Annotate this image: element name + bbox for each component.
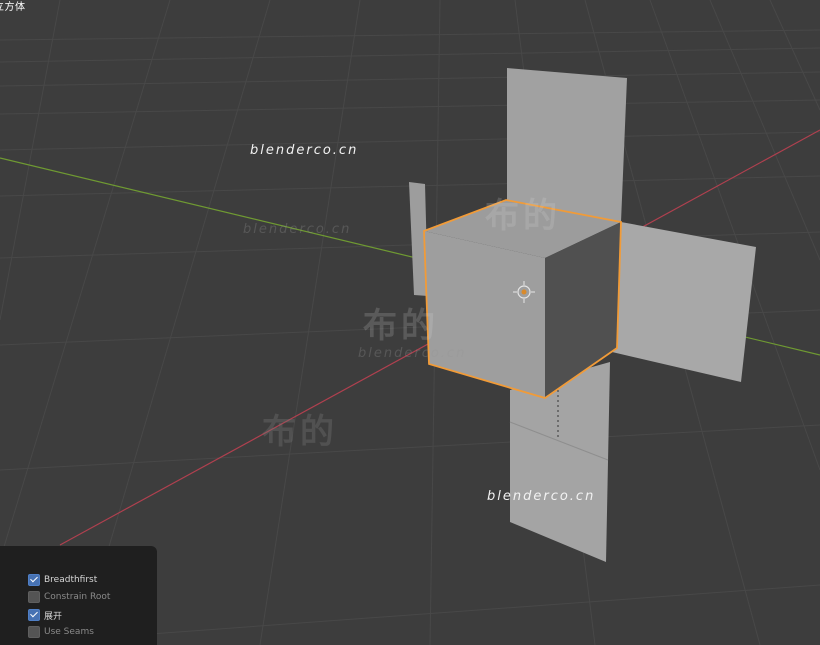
option-unfold[interactable]: 展开 — [28, 607, 62, 623]
watermark-site-bottom: blenderco.cn — [487, 489, 596, 504]
operator-panel: Breadthfirst Constrain Root 展开 Use Seams — [0, 546, 157, 645]
option-label: 展开 — [44, 611, 63, 622]
object-name-label: 立方体 — [0, 2, 26, 13]
plane-right — [612, 222, 756, 382]
checkbox-use-seams[interactable] — [28, 626, 40, 638]
checkbox-breadthfirst[interactable] — [28, 574, 40, 586]
option-constrain-root[interactable]: Constrain Root — [28, 589, 110, 605]
watermark-site-faint-1: blenderco.cn — [243, 222, 352, 237]
option-label: Breadthfirst — [44, 575, 98, 585]
option-label: Use Seams — [44, 627, 94, 637]
option-use-seams[interactable]: Use Seams — [28, 624, 94, 640]
checkbox-constrain-root[interactable] — [28, 591, 40, 603]
option-label: Constrain Root — [44, 592, 111, 602]
checkbox-unfold[interactable] — [28, 609, 40, 621]
watermark-cn-2: 布的 — [363, 306, 439, 346]
watermark-cn-3: 布的 — [262, 412, 338, 452]
cube-front-face — [424, 231, 545, 398]
option-breadthfirst[interactable]: Breadthfirst — [28, 572, 97, 588]
watermark-site-faint-2: blenderco.cn — [358, 346, 467, 361]
watermark-cn-1: 布的 — [485, 196, 561, 236]
watermark-site-top: blenderco.cn — [250, 143, 359, 158]
